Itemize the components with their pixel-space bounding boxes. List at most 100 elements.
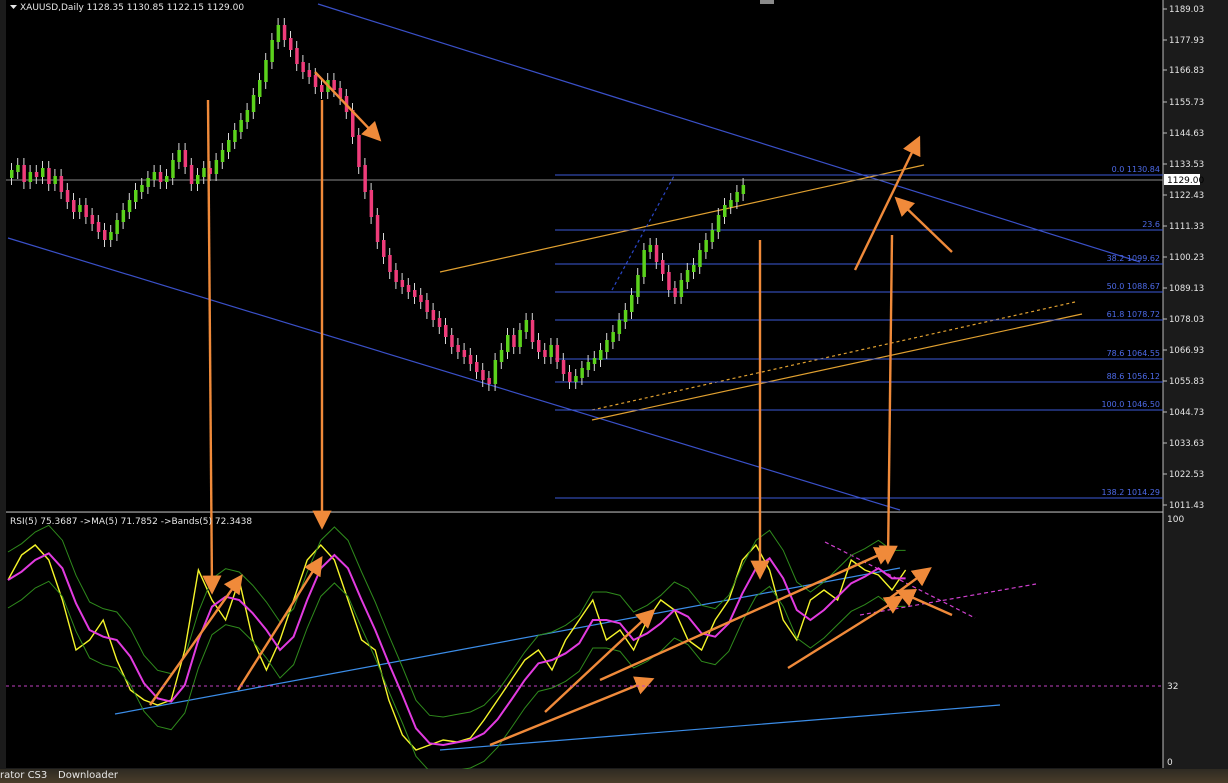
candle-body	[270, 40, 274, 62]
candle-body	[264, 60, 268, 82]
candle-body	[524, 320, 529, 332]
candle-body	[685, 270, 690, 282]
rsi-axis-tick-0: 0	[1167, 758, 1173, 768]
candle-body	[574, 376, 578, 382]
candle-body	[729, 200, 733, 207]
candle-body	[462, 350, 467, 357]
candle-body	[661, 260, 665, 274]
candle-body	[177, 150, 181, 162]
price-axis-tick: 1078.03	[1169, 315, 1204, 325]
fib-level-label: 23.6	[1142, 220, 1160, 229]
candle-body	[382, 240, 386, 257]
taskbar-item[interactable]: Downloader	[58, 770, 118, 781]
candle-body	[568, 372, 572, 382]
price-axis-tick: 1089.13	[1169, 284, 1204, 294]
candle-body	[103, 230, 107, 240]
price-axis-tick: 1155.73	[1169, 98, 1204, 108]
price-axis-tick: 1111.33	[1169, 222, 1204, 232]
candle-body	[220, 150, 225, 162]
candle-body	[518, 330, 522, 347]
candle-body	[121, 210, 126, 222]
candle-body	[611, 332, 615, 342]
symbol-info: XAUUSD,Daily 1128.35 1130.85 1122.15 112…	[20, 3, 244, 13]
candle-body	[735, 192, 739, 202]
candle-body	[127, 200, 132, 212]
candle-body	[530, 320, 535, 342]
candle-body	[599, 350, 603, 360]
candle-body	[96, 222, 101, 232]
candle-body	[22, 165, 26, 182]
price-axis-tick: 1066.93	[1169, 346, 1204, 356]
candle-body	[388, 255, 392, 272]
candle-body	[592, 358, 597, 364]
price-axis-tick: 1044.73	[1169, 408, 1204, 418]
chart-canvas[interactable]: 0.0 1130.84 23.6 38.2 1099.62 50.0 1088.67 6…	[0, 0, 1228, 783]
candle-body	[555, 345, 560, 362]
price-axis-tick: 1166.83	[1169, 66, 1204, 76]
candle-body	[59, 176, 64, 192]
candle-body	[456, 345, 460, 352]
candle-body	[431, 310, 436, 320]
price-axis-tick: 1055.83	[1169, 377, 1204, 387]
candle-body	[475, 362, 479, 372]
candle-body	[301, 62, 305, 72]
price-chart-panel[interactable]	[6, 0, 1163, 512]
candle-body	[245, 110, 250, 122]
candle-body	[41, 168, 45, 177]
candle-body	[723, 205, 727, 217]
candle-body	[692, 265, 696, 272]
candle-body	[34, 172, 39, 177]
candle-body	[394, 270, 398, 282]
candle-body	[332, 80, 336, 90]
price-axis-tick: 1189.03	[1169, 5, 1204, 15]
taskbar: rator CS3 Downloader	[0, 769, 1228, 783]
price-axis-tick: 1177.93	[1169, 36, 1204, 46]
trading-terminal-window: 0.0 1130.84 23.6 38.2 1099.62 50.0 1088.67 6…	[0, 0, 1228, 783]
candle-body	[239, 120, 243, 132]
candle-body	[214, 160, 219, 174]
candle-body	[152, 172, 157, 180]
candle-body	[289, 38, 293, 50]
candle-body	[493, 360, 498, 384]
candle-body	[549, 345, 553, 357]
candle-body	[741, 185, 746, 194]
candle-body	[580, 368, 584, 378]
candle-body	[72, 200, 76, 212]
candle-body	[642, 250, 646, 277]
fib-level-label: 50.0 1088.67	[1107, 282, 1160, 291]
fib-level-label: 38.2 1099.62	[1107, 254, 1160, 263]
candle-body	[468, 355, 473, 364]
current-price-label: 1129.00	[1167, 176, 1204, 186]
candle-body	[47, 168, 51, 184]
rsi-panel[interactable]	[6, 513, 1163, 768]
candle-body	[196, 175, 200, 184]
candle-body	[90, 215, 95, 224]
candle-body	[623, 310, 628, 322]
candle-body	[561, 360, 566, 374]
candle-body	[630, 295, 634, 312]
candle-body	[10, 170, 14, 178]
candle-body	[698, 250, 702, 267]
candle-body	[313, 75, 318, 87]
candle-body	[258, 80, 262, 97]
candle-body	[146, 178, 150, 187]
candle-body	[183, 150, 188, 167]
candle-body	[586, 362, 591, 370]
candle-body	[425, 300, 429, 312]
candle-body	[158, 172, 163, 182]
candle-body	[295, 48, 299, 64]
candle-body	[543, 350, 547, 357]
candle-body	[251, 95, 256, 112]
price-axis-tick: 1133.53	[1169, 160, 1204, 170]
candle-body	[617, 320, 622, 334]
fib-level-label: 61.8 1078.72	[1107, 310, 1160, 319]
taskbar-item[interactable]: rator CS3	[0, 770, 47, 781]
candle-body	[437, 318, 442, 327]
price-axis-tick: 1022.53	[1169, 470, 1204, 480]
candle-body	[444, 325, 448, 337]
candle-body	[512, 335, 516, 347]
candle-body	[481, 370, 485, 380]
candle-body	[227, 140, 231, 152]
candle-body	[369, 190, 374, 217]
candle-body	[487, 378, 491, 384]
